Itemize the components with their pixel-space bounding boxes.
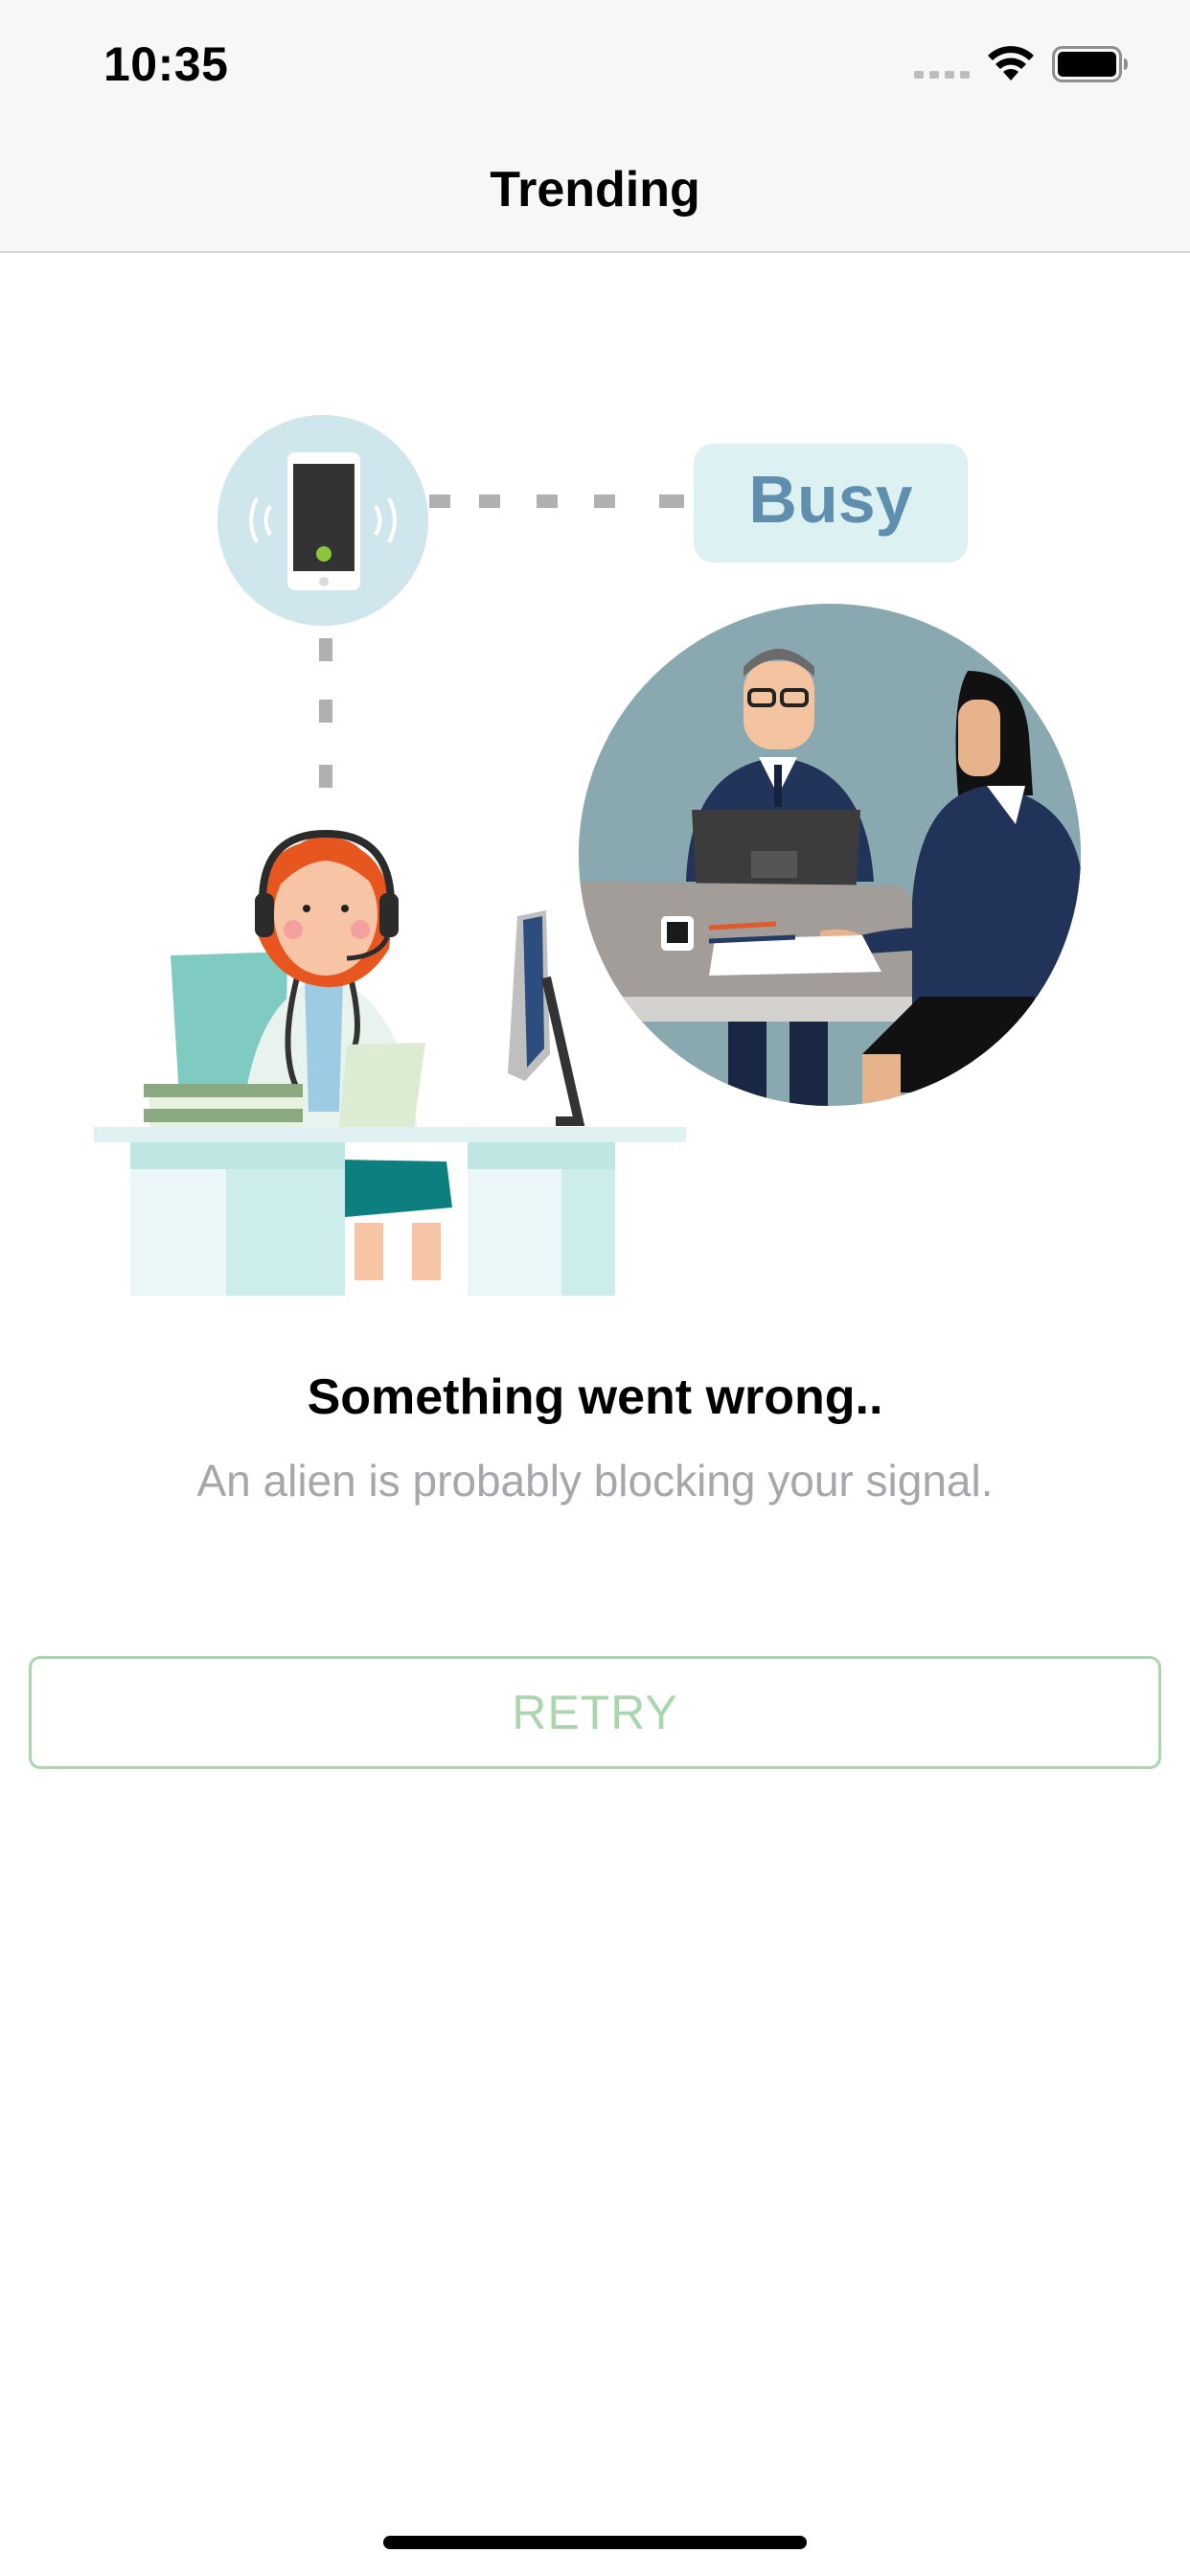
- error-title: Something went wrong..: [307, 1369, 883, 1425]
- retry-label: RETRY: [512, 1686, 678, 1739]
- monitor-icon: [508, 910, 585, 1126]
- status-time: 10:35: [103, 37, 229, 91]
- wifi-icon: [988, 46, 1034, 80]
- status-bar: 10:35: [0, 0, 1190, 126]
- signal-dots-icon: [914, 71, 970, 79]
- battery-icon: [1052, 46, 1128, 82]
- nav-title: Trending: [490, 162, 700, 218]
- retry-button[interactable]: RETRY: [29, 1656, 1161, 1769]
- home-indicator[interactable]: [383, 2536, 807, 2549]
- error-subtitle: An alien is probably blocking your signa…: [196, 1456, 994, 1506]
- nav-bar: Trending: [0, 126, 1190, 253]
- busy-badge: Busy: [694, 444, 968, 563]
- phone-icon: [217, 415, 428, 626]
- busy-label: Busy: [748, 462, 912, 537]
- error-illustration: Busy: [94, 415, 1081, 1296]
- meeting-icon: [579, 604, 1081, 1106]
